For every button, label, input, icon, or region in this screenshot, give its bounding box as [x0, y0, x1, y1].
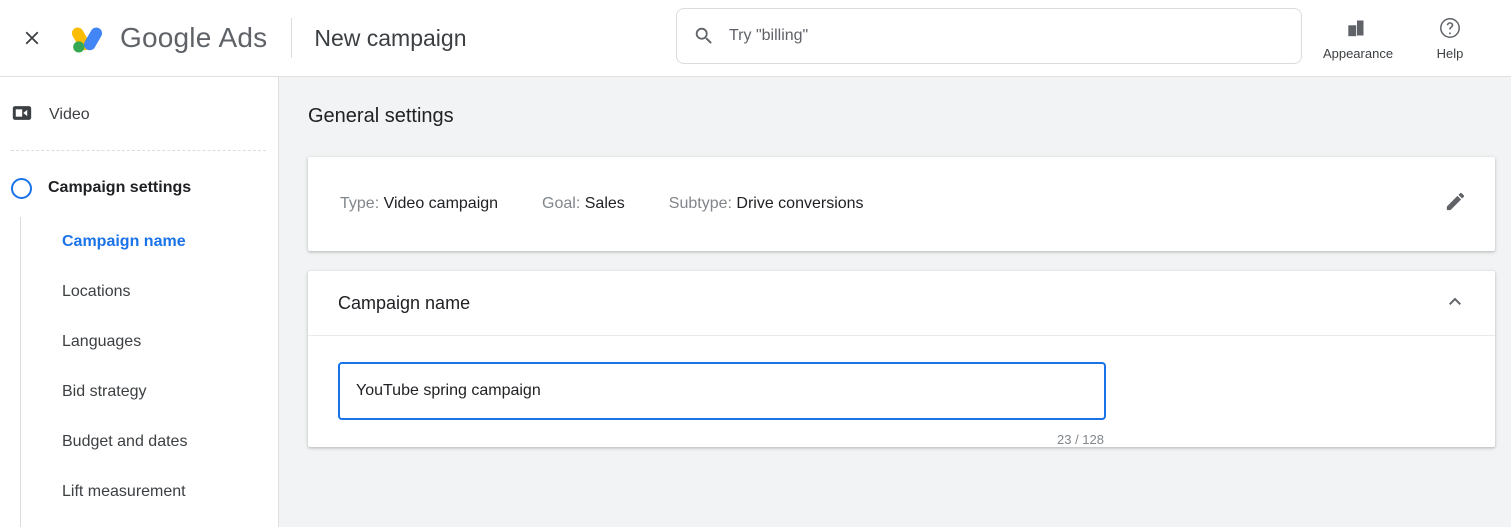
summary-subtype-label: Subtype:: [668, 195, 732, 212]
help-label: Help: [1436, 46, 1464, 61]
sidebar-rail: [20, 217, 21, 527]
main-content: General settings Type: Video campaign Go…: [279, 77, 1511, 527]
sidebar-item-video[interactable]: Video: [0, 93, 278, 137]
appearance-label: Appearance: [1322, 46, 1394, 61]
header-divider: [291, 18, 293, 58]
search-container: [676, 8, 1302, 64]
video-icon: [11, 102, 33, 129]
close-icon: [21, 27, 43, 49]
sidebar: Video Campaign settings Campaign name Lo…: [0, 77, 279, 527]
sidebar-item-campaign-name[interactable]: Campaign name: [0, 217, 278, 267]
close-button[interactable]: [10, 16, 54, 60]
sidebar-item-campaign-settings[interactable]: Campaign settings: [0, 165, 278, 211]
brand-logo-link[interactable]: Google Ads: [66, 17, 267, 59]
summary-field-goal: Goal: Sales: [542, 195, 625, 213]
appearance-icon: [1346, 16, 1370, 40]
campaign-name-input[interactable]: [356, 382, 1088, 400]
summary-subtype-value: Drive conversions: [736, 195, 864, 212]
sidebar-item-campaign-settings-label: Campaign settings: [48, 179, 192, 196]
notifications-button[interactable]: No: [1496, 4, 1511, 74]
sidebar-item-languages-label: Languages: [62, 333, 142, 350]
brand-google-text: Google: [120, 22, 212, 53]
summary-goal-label: Goal:: [542, 195, 581, 212]
campaign-name-card-title: Campaign name: [338, 292, 471, 313]
sidebar-sub-list: Campaign name Locations Languages Bid st…: [0, 217, 278, 527]
header-actions: Appearance Help No: [1312, 0, 1511, 77]
summary-fields: Type: Video campaign Goal: Sales Subtype…: [340, 195, 1435, 213]
sidebar-item-bid-strategy-label: Bid strategy: [62, 383, 147, 400]
sidebar-item-languages[interactable]: Languages: [0, 317, 278, 367]
search-box[interactable]: [676, 8, 1302, 64]
sidebar-item-campaign-name-label: Campaign name: [62, 233, 186, 250]
summary-field-subtype: Subtype: Drive conversions: [669, 195, 864, 213]
sidebar-divider: [11, 150, 266, 151]
sidebar-item-locations-label: Locations: [62, 283, 131, 300]
help-icon: [1438, 16, 1462, 40]
brand-ads-text: Ads: [218, 22, 268, 53]
sidebar-item-bid-strategy[interactable]: Bid strategy: [0, 367, 278, 417]
page-title: New campaign: [314, 24, 467, 51]
sidebar-item-video-label: Video: [49, 106, 90, 123]
summary-type-value: Video campaign: [383, 195, 499, 212]
campaign-name-char-counter: 23 / 128: [1057, 432, 1104, 447]
sidebar-item-lift-measurement-label: Lift measurement: [62, 483, 186, 500]
edit-campaign-summary-button[interactable]: [1435, 184, 1475, 224]
collapse-campaign-name-button[interactable]: [1435, 283, 1475, 323]
sidebar-item-locations[interactable]: Locations: [0, 267, 278, 317]
chevron-up-icon: [1443, 289, 1467, 318]
step-circle-icon: [11, 177, 32, 199]
summary-goal-value: Sales: [584, 195, 625, 212]
search-icon: [693, 25, 715, 47]
campaign-name-card-body: 23 / 128: [308, 336, 1495, 447]
section-title: General settings: [308, 105, 454, 127]
summary-type-label: Type:: [340, 195, 380, 212]
sidebar-item-budget-and-dates-label: Budget and dates: [62, 433, 188, 450]
campaign-name-field[interactable]: [338, 362, 1106, 420]
app-header: GoogleAds New campaign Appearance: [0, 0, 1511, 77]
campaign-name-card-header: Campaign name: [308, 271, 1495, 336]
campaign-summary-card: Type: Video campaign Goal: Sales Subtype…: [308, 157, 1495, 251]
summary-field-type: Type: Video campaign: [340, 195, 498, 213]
sidebar-item-lift-measurement[interactable]: Lift measurement: [0, 467, 278, 517]
campaign-name-card: Campaign name 23 / 128: [308, 271, 1495, 447]
search-input[interactable]: [729, 9, 1285, 63]
help-button[interactable]: Help: [1404, 4, 1496, 74]
pencil-icon: [1444, 190, 1467, 218]
appearance-button[interactable]: Appearance: [1312, 4, 1404, 74]
sidebar-item-budget-and-dates[interactable]: Budget and dates: [0, 417, 278, 467]
body-wrapper: Video Campaign settings Campaign name Lo…: [0, 77, 1511, 527]
google-ads-logo-icon: [66, 17, 108, 59]
brand-text: Google Ads: [120, 22, 267, 54]
